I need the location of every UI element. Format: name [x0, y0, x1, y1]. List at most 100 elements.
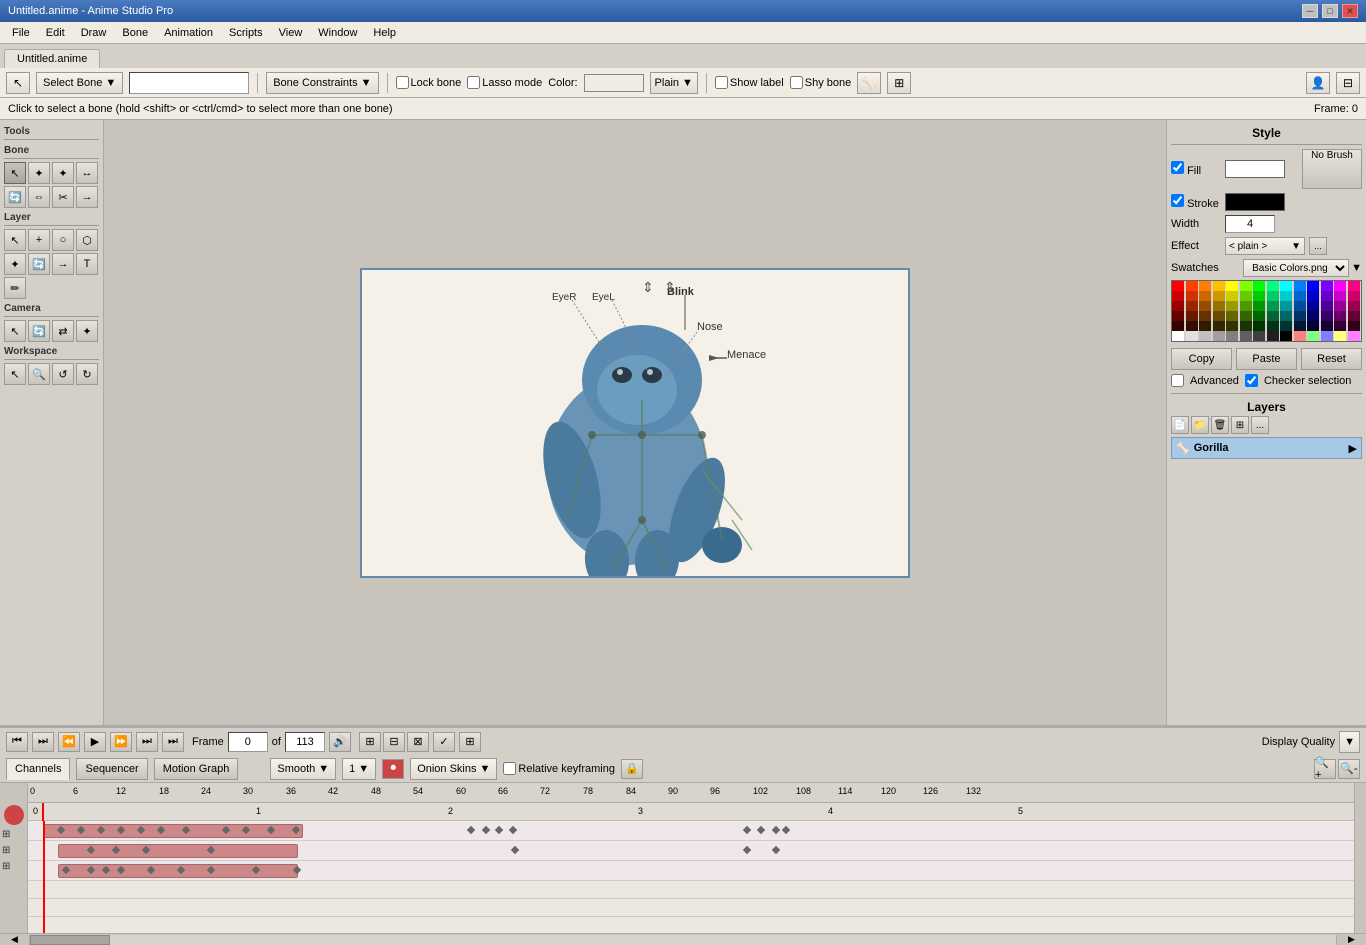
fill-checkbox[interactable] — [1171, 161, 1184, 174]
color-swatch-cell[interactable] — [1253, 281, 1265, 291]
bone-constraints-dropdown[interactable]: Bone Constraints ▼ — [266, 72, 378, 94]
color-swatch-cell[interactable] — [1334, 281, 1346, 291]
timeline-vertical-scrollbar[interactable] — [1354, 783, 1366, 933]
layer-gorilla[interactable]: 🦴 Gorilla ▶ — [1171, 437, 1362, 459]
document-tab[interactable]: Untitled.anime — [4, 49, 100, 68]
color-swatch-cell[interactable] — [1186, 281, 1198, 291]
effect-settings-button[interactable]: ... — [1309, 237, 1327, 255]
layer-pen-tool[interactable]: ✏ — [4, 277, 26, 299]
menu-file[interactable]: File — [4, 25, 38, 41]
layer-oval-tool[interactable]: ○ — [52, 229, 74, 251]
bone-transform-tool[interactable]: ↔ — [76, 162, 98, 184]
bone-icon-2[interactable]: ⊞ — [887, 72, 911, 94]
lock-bone-checkbox-wrapper[interactable]: Lock bone — [396, 76, 462, 89]
step-forward-button[interactable]: ⏭ — [136, 732, 158, 752]
stroke-color-swatch[interactable] — [1225, 193, 1285, 211]
shy-bone-checkbox[interactable] — [790, 76, 803, 89]
menu-edit[interactable]: Edit — [38, 25, 73, 41]
bone-icon-1[interactable]: 🦴 — [857, 72, 881, 94]
record-button[interactable]: ⏺ — [382, 759, 404, 779]
track-row-4[interactable] — [28, 881, 1354, 899]
reset-button[interactable]: Reset — [1301, 348, 1362, 370]
color-swatch-cell[interactable] — [1253, 321, 1265, 331]
relative-keyframing-checkbox[interactable] — [503, 762, 516, 775]
color-swatch-cell[interactable] — [1267, 311, 1279, 321]
bone-edit-tool[interactable]: ✦ — [52, 162, 74, 184]
paste-button[interactable]: Paste — [1236, 348, 1297, 370]
color-swatch-cell[interactable] — [1199, 321, 1211, 331]
color-swatch-cell[interactable] — [1348, 291, 1360, 301]
color-swatch-cell[interactable] — [1294, 281, 1306, 291]
workspace-zoom-tool[interactable]: 🔍 — [28, 363, 50, 385]
color-swatch-cell[interactable] — [1267, 321, 1279, 331]
color-swatch-cell[interactable] — [1240, 331, 1252, 341]
color-swatch-cell[interactable] — [1280, 281, 1292, 291]
shy-bone-checkbox-wrapper[interactable]: Shy bone — [790, 76, 851, 89]
color-swatch-cell[interactable] — [1226, 311, 1238, 321]
scroll-right-button[interactable]: ▶ — [1336, 935, 1366, 945]
total-frames-input[interactable] — [285, 732, 325, 752]
no-brush-button[interactable]: No Brush — [1302, 149, 1362, 189]
color-swatch-cell[interactable] — [1253, 331, 1265, 341]
workspace-redo-tool[interactable]: ↻ — [76, 363, 98, 385]
color-swatch-cell[interactable] — [1280, 321, 1292, 331]
color-swatch-cell[interactable] — [1267, 291, 1279, 301]
menu-help[interactable]: Help — [365, 25, 404, 41]
color-swatch-cell[interactable] — [1240, 291, 1252, 301]
camera-zoom-tool[interactable]: ✦ — [76, 320, 98, 342]
color-swatch-cell[interactable] — [1199, 331, 1211, 341]
play-button[interactable]: ▶ — [84, 732, 106, 752]
track-row-5[interactable] — [28, 899, 1354, 917]
color-swatch-cell[interactable] — [1307, 291, 1319, 301]
color-swatch-cell[interactable] — [1348, 331, 1360, 341]
frame-rate-dropdown[interactable]: 1 ▼ — [342, 758, 376, 780]
color-swatch-cell[interactable] — [1348, 321, 1360, 331]
color-swatch-cell[interactable] — [1307, 331, 1319, 341]
color-swatch-cell[interactable] — [1294, 291, 1306, 301]
layer-text-tool[interactable]: T — [76, 253, 98, 275]
swatches-file-dropdown[interactable]: Basic Colors.png — [1243, 259, 1349, 277]
bone-scale-tool[interactable]: ⇔ — [28, 186, 50, 208]
color-swatch-cell[interactable] — [1213, 311, 1225, 321]
color-swatch-cell[interactable] — [1267, 331, 1279, 341]
lasso-mode-checkbox-wrapper[interactable]: Lasso mode — [467, 76, 542, 89]
checker-selection-checkbox[interactable] — [1245, 374, 1258, 387]
color-swatch-cell[interactable] — [1321, 301, 1333, 311]
color-swatch-cell[interactable] — [1172, 281, 1184, 291]
view-mode-3-button[interactable]: ⊠ — [407, 732, 429, 752]
workspace-hand-tool[interactable]: ↖ — [4, 363, 26, 385]
bone-cut-tool[interactable]: ✂ — [52, 186, 74, 208]
color-swatch-cell[interactable] — [1294, 301, 1306, 311]
color-swatch-cell[interactable] — [1334, 321, 1346, 331]
lock-bone-checkbox[interactable] — [396, 76, 409, 89]
color-swatch-cell[interactable] — [1267, 301, 1279, 311]
view-mode-1-button[interactable]: ⊞ — [359, 732, 381, 752]
color-swatch-cell[interactable] — [1240, 301, 1252, 311]
color-swatch-cell[interactable] — [1240, 321, 1252, 331]
layers-new-button[interactable]: 📄 — [1171, 416, 1189, 434]
display-quality-dropdown[interactable]: ▼ — [1339, 731, 1360, 753]
menu-view[interactable]: View — [271, 25, 311, 41]
color-swatch-cell[interactable] — [1280, 301, 1292, 311]
color-swatch-cell[interactable] — [1213, 301, 1225, 311]
show-label-checkbox[interactable] — [715, 76, 728, 89]
layers-more-button[interactable]: ... — [1251, 416, 1269, 434]
zoom-out-button[interactable]: 🔍- — [1338, 759, 1360, 779]
color-swatch-cell[interactable] — [1280, 291, 1292, 301]
scrollbar-thumb[interactable] — [30, 935, 110, 945]
menu-window[interactable]: Window — [310, 25, 365, 41]
width-input[interactable] — [1225, 215, 1275, 233]
color-swatch-cell[interactable] — [1334, 301, 1346, 311]
color-swatch-cell[interactable] — [1226, 281, 1238, 291]
color-swatch-cell[interactable] — [1213, 291, 1225, 301]
smooth-dropdown[interactable]: Smooth ▼ — [270, 758, 336, 780]
color-swatch-cell[interactable] — [1280, 311, 1292, 321]
color-swatch-cell[interactable] — [1199, 311, 1211, 321]
color-swatch-cell[interactable] — [1321, 291, 1333, 301]
layers-duplicate-button[interactable]: ⊞ — [1231, 416, 1249, 434]
color-swatch-cell[interactable] — [1213, 321, 1225, 331]
channels-tab[interactable]: Channels — [6, 758, 70, 780]
color-swatch-cell[interactable] — [1294, 321, 1306, 331]
effect-dropdown[interactable]: < plain > ▼ — [1225, 237, 1305, 255]
settings-icon[interactable]: ⊟ — [1336, 72, 1360, 94]
